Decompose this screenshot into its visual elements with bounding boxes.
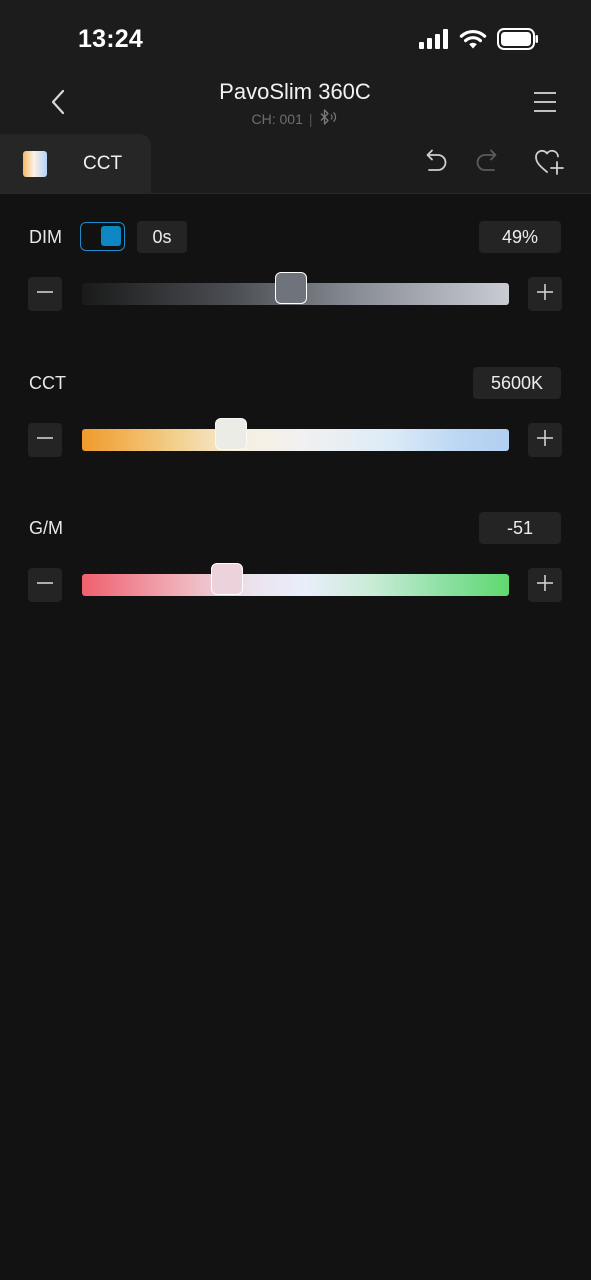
gm-slider[interactable] bbox=[82, 563, 509, 596]
separator: | bbox=[308, 110, 313, 127]
mode-tab-bar: CCT bbox=[0, 134, 591, 194]
battery-icon bbox=[497, 28, 539, 55]
toggle-knob bbox=[101, 226, 121, 246]
dim-value[interactable]: 49% bbox=[479, 221, 561, 253]
cct-swatch-icon bbox=[23, 151, 47, 177]
header-area: 13:24 PavoSlim 360C CH: 001 | CCT bbox=[0, 0, 591, 194]
cct-increase-button[interactable] bbox=[528, 423, 562, 457]
gm-value[interactable]: -51 bbox=[479, 512, 561, 544]
minus-icon bbox=[36, 429, 54, 452]
dim-slider-thumb[interactable] bbox=[275, 272, 308, 304]
plus-icon bbox=[536, 283, 554, 306]
menu-button[interactable] bbox=[525, 84, 565, 124]
gm-decrease-button[interactable] bbox=[28, 568, 62, 602]
nav-bar: PavoSlim 360C CH: 001 | bbox=[0, 78, 591, 134]
plus-icon bbox=[536, 574, 554, 597]
status-time: 13:24 bbox=[78, 25, 143, 53]
wifi-icon bbox=[459, 29, 487, 55]
undo-button[interactable] bbox=[416, 146, 452, 182]
tab-label: CCT bbox=[83, 153, 123, 174]
hamburger-menu-icon bbox=[533, 90, 557, 119]
status-bar: 13:24 bbox=[0, 0, 591, 80]
tab-cct[interactable]: CCT bbox=[0, 134, 151, 194]
title-block: PavoSlim 360C CH: 001 | bbox=[145, 78, 445, 128]
undo-icon bbox=[420, 149, 448, 180]
dim-label: DIM bbox=[29, 227, 62, 247]
channel-label: CH: 001 bbox=[251, 110, 303, 127]
cellular-signal-icon bbox=[419, 29, 449, 54]
cct-slider[interactable] bbox=[82, 418, 509, 451]
gm-slider-thumb[interactable] bbox=[211, 563, 244, 595]
cct-value[interactable]: 5600K bbox=[472, 367, 561, 399]
fade-time-button[interactable]: 0s bbox=[137, 221, 187, 253]
dim-slider[interactable] bbox=[82, 272, 509, 305]
bluetooth-icon bbox=[319, 109, 339, 128]
gm-increase-button[interactable] bbox=[528, 568, 562, 602]
heart-plus-icon bbox=[533, 147, 565, 182]
cct-decrease-button[interactable] bbox=[28, 423, 62, 457]
cct-label: CCT bbox=[29, 373, 66, 393]
back-button[interactable] bbox=[38, 84, 78, 124]
minus-icon bbox=[36, 574, 54, 597]
fade-toggle[interactable] bbox=[80, 222, 125, 251]
plus-icon bbox=[536, 429, 554, 452]
cct-slider-thumb[interactable] bbox=[215, 418, 248, 450]
chevron-left-icon bbox=[50, 89, 66, 120]
redo-button[interactable] bbox=[471, 146, 507, 182]
add-favorite-button[interactable] bbox=[531, 146, 567, 182]
minus-icon bbox=[36, 283, 54, 306]
dim-decrease-button[interactable] bbox=[28, 277, 62, 311]
status-icons bbox=[419, 28, 539, 55]
device-subtitle: CH: 001 | bbox=[145, 109, 445, 128]
redo-icon bbox=[475, 149, 503, 180]
gm-label: G/M bbox=[29, 518, 63, 538]
dim-increase-button[interactable] bbox=[528, 277, 562, 311]
device-title: PavoSlim 360C bbox=[219, 79, 371, 104]
